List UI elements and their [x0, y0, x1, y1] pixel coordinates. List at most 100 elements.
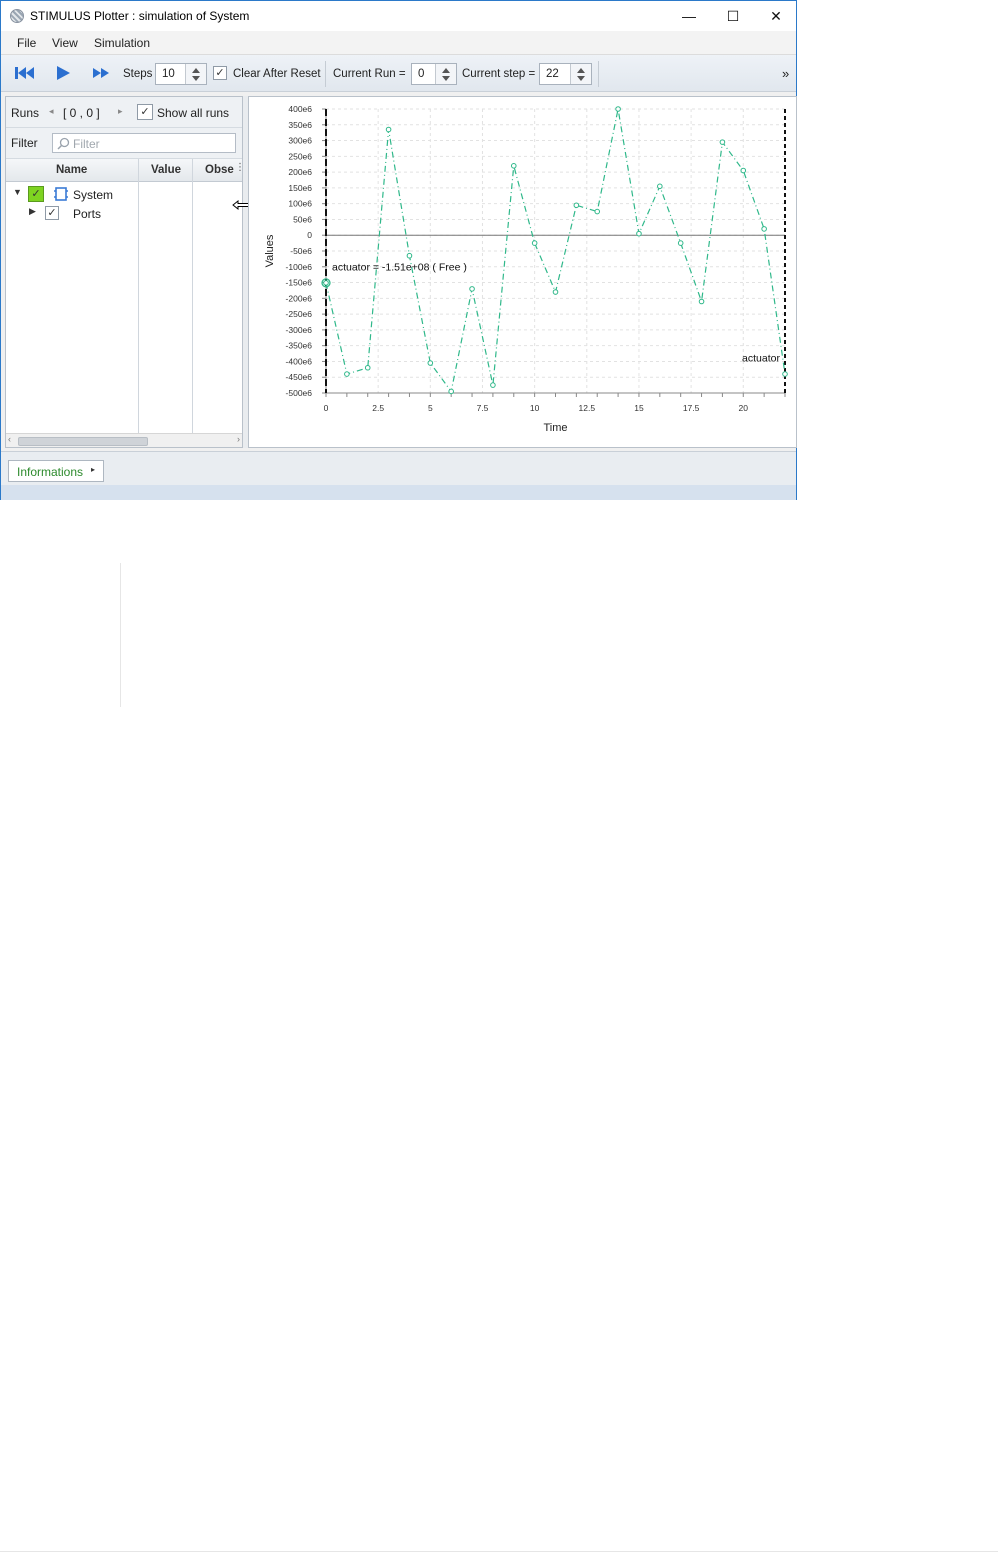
y-tick-label: -100e6 — [286, 262, 313, 272]
y-tick-label: -250e6 — [286, 309, 313, 319]
y-axis-label: Values — [264, 234, 276, 267]
current-run-spin-arrows[interactable] — [435, 64, 456, 84]
play-icon[interactable] — [54, 65, 72, 81]
current-step-spin-arrows[interactable] — [570, 64, 591, 84]
fast-forward-icon[interactable] — [91, 65, 113, 81]
right-cursor-label: actuator — [742, 352, 780, 364]
toolbar-separator — [325, 61, 326, 87]
divider-line — [120, 563, 121, 707]
clear-after-reset-label: Clear After Reset — [233, 68, 321, 80]
toolbar: Steps 10 ✓ Clear After Reset Current Run… — [1, 55, 796, 92]
data-point — [594, 208, 601, 215]
data-point — [448, 388, 454, 395]
x-tick-label: 10 — [530, 403, 540, 413]
column-value[interactable]: Value — [151, 164, 181, 176]
tree-row-ports[interactable]: ▶ ✓ Ports — [6, 204, 139, 223]
show-all-runs-checkbox[interactable]: ✓ — [137, 104, 153, 120]
y-tick-label: 50e6 — [293, 214, 312, 224]
tab-informations[interactable]: Informations ▸ — [8, 460, 104, 482]
filter-input[interactable]: Filter — [52, 133, 236, 153]
data-point — [344, 371, 350, 377]
data-point — [406, 252, 413, 259]
menu-view[interactable]: View — [52, 36, 78, 50]
window-title: STIMULUS Plotter : simulation of System — [30, 9, 250, 23]
menu-file[interactable]: File — [17, 36, 36, 50]
filter-placeholder: Filter — [73, 137, 100, 151]
tab-informations-label: Informations — [17, 465, 84, 479]
scroll-left-icon[interactable]: ‹ — [8, 434, 11, 444]
data-point — [573, 202, 580, 209]
tree-label-ports: Ports — [73, 207, 102, 221]
show-all-runs-label: Show all runs — [157, 106, 230, 120]
collapse-arrow-icon[interactable]: ▶ — [29, 206, 36, 217]
ports-checkbox[interactable]: ✓ — [45, 206, 59, 220]
expand-arrow-icon[interactable]: ▼ — [13, 187, 22, 197]
y-tick-label: -450e6 — [286, 372, 313, 382]
steps-spin-arrows[interactable] — [185, 64, 206, 84]
data-point — [636, 230, 642, 237]
y-tick-label: -400e6 — [286, 356, 313, 366]
steps-value[interactable]: 10 — [162, 68, 175, 80]
y-tick-label: 400e6 — [288, 104, 312, 114]
x-tick-label: 0 — [324, 403, 329, 413]
steps-stepper[interactable]: 10 — [155, 63, 207, 85]
column-name[interactable]: Name — [56, 164, 87, 176]
app-logo-icon — [10, 9, 24, 23]
y-tick-label: -300e6 — [286, 325, 313, 335]
tab-menu-arrow-icon[interactable]: ▸ — [91, 465, 95, 474]
data-point — [615, 106, 621, 112]
filter-label: Filter — [11, 136, 38, 150]
tree-label-system: System — [73, 188, 114, 202]
current-step-stepper[interactable]: 22 — [539, 63, 592, 85]
y-tick-label: 0 — [307, 230, 312, 240]
menu-bar: File View Simulation — [1, 31, 796, 55]
clear-after-reset-checkbox[interactable]: ✓ — [213, 66, 227, 80]
runs-next-icon[interactable]: ▸ — [118, 106, 123, 117]
column-observed[interactable]: Obse — [205, 164, 234, 176]
plot-panel: 400e6 350e6 300e6 250e6 200e6 150e6 100e6 50e6 0… — [248, 96, 797, 448]
close-button[interactable]: ✕ — [754, 1, 798, 31]
tree-row-system[interactable]: ▼ ✓ System — [6, 185, 139, 204]
x-tick-label: 20 — [739, 403, 749, 413]
data-point — [761, 226, 767, 232]
current-step-value[interactable]: 22 — [546, 68, 559, 80]
x-tick-label: 2.5 — [372, 403, 384, 413]
scroll-right-icon[interactable]: › — [237, 434, 240, 444]
toolbar-overflow-button[interactable]: » — [782, 66, 789, 81]
left-cursor-label: actuator = -1.51e+08 ( Free ) — [332, 262, 467, 274]
system-checkbox[interactable]: ✓ — [28, 186, 44, 202]
title-bar: STIMULUS Plotter : simulation of System … — [1, 1, 796, 31]
x-tick-label: 15 — [634, 403, 644, 413]
data-point — [698, 298, 705, 305]
minimize-button[interactable]: — — [667, 1, 711, 31]
y-tick-label: 300e6 — [288, 136, 312, 146]
data-point — [531, 240, 538, 246]
filter-bar: Filter Filter — [6, 128, 242, 159]
skip-to-start-icon[interactable] — [14, 65, 36, 81]
y-tick-label: -350e6 — [286, 341, 313, 351]
system-block-icon — [54, 187, 68, 201]
data-point — [490, 382, 496, 388]
horizontal-scrollbar[interactable]: ‹ › — [6, 433, 242, 447]
data-point — [740, 167, 747, 174]
search-icon — [57, 137, 70, 150]
tree-column-header: Name Value Obse ⋮ — [6, 159, 245, 182]
runs-bar: Runs ◂ [ 0 , 0 ] ▸ ✓ Show all runs — [6, 97, 242, 128]
data-point — [657, 183, 663, 190]
scrollbar-thumb[interactable] — [18, 437, 148, 446]
y-tick-label: 350e6 — [288, 120, 312, 130]
series-line-actuator — [325, 108, 786, 393]
y-tick-label: 100e6 — [288, 199, 312, 209]
maximize-button[interactable]: ☐ — [711, 1, 755, 31]
menu-simulation[interactable]: Simulation — [94, 36, 150, 50]
steps-label: Steps — [123, 68, 153, 80]
data-point — [552, 289, 559, 295]
current-run-label: Current Run = — [333, 68, 406, 80]
data-point — [385, 126, 392, 133]
current-run-value[interactable]: 0 — [418, 68, 424, 80]
x-tick-label: 7.5 — [477, 403, 489, 413]
current-run-stepper[interactable]: 0 — [411, 63, 457, 85]
actuator-line-chart[interactable]: 400e6 350e6 300e6 250e6 200e6 150e6 100e6 50e6 0… — [249, 97, 796, 447]
y-tick-label: -500e6 — [286, 388, 313, 398]
runs-prev-icon[interactable]: ◂ — [49, 106, 54, 117]
